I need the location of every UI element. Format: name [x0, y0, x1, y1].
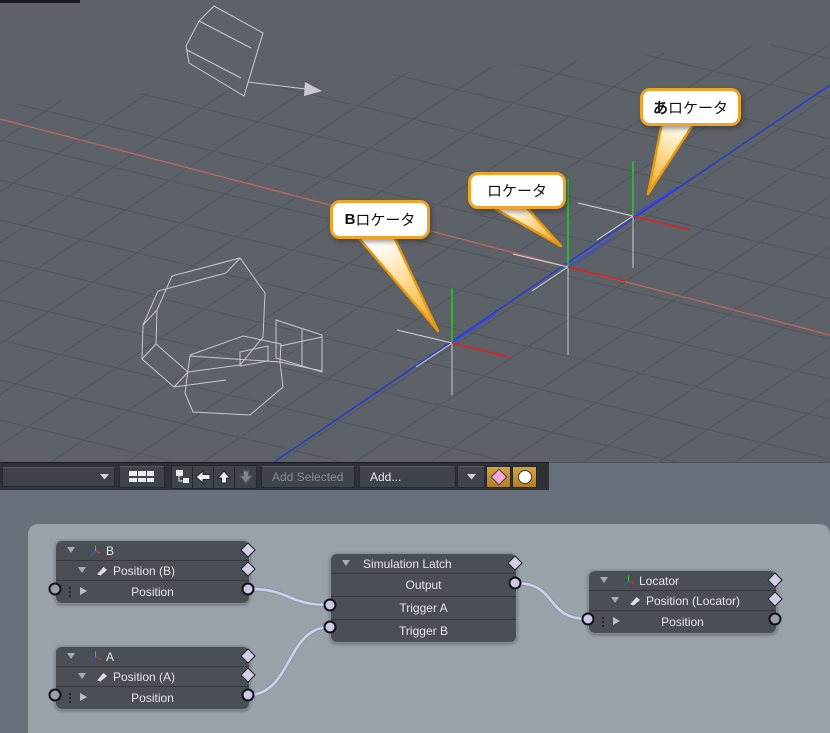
- node-title: B: [106, 544, 114, 558]
- collapse-arrow-icon[interactable]: [67, 653, 75, 659]
- row-label: Position: [56, 585, 249, 599]
- callout-tail: [358, 237, 438, 331]
- callout-text: ロケータ: [487, 180, 547, 201]
- row-label: Position (B): [113, 564, 175, 578]
- arrow-up-icon: [216, 470, 232, 484]
- preset-dropdown[interactable]: [2, 467, 115, 487]
- wire[interactable]: [248, 589, 330, 605]
- channel-row[interactable]: Position: [56, 686, 249, 709]
- collapse-arrow-icon[interactable]: [342, 560, 350, 566]
- add-selected-button[interactable]: Add Selected: [261, 466, 355, 488]
- port-locator-position-in[interactable]: [582, 613, 595, 626]
- node-b[interactable]: B Position (B) Position: [55, 540, 250, 604]
- show-channels-toggle[interactable]: [512, 466, 537, 488]
- locator-axis-icon: [89, 650, 102, 663]
- row-label: Trigger A: [331, 601, 516, 615]
- viewport-tab-remnant: [0, 0, 80, 3]
- wire[interactable]: [248, 627, 330, 695]
- port-simulation-latch-trigger-a-in[interactable]: [324, 599, 337, 612]
- chevron-down-icon: [467, 474, 476, 480]
- node-header[interactable]: A: [56, 647, 249, 666]
- channel-row[interactable]: Trigger B: [331, 619, 516, 642]
- port-a-position-in[interactable]: [49, 689, 62, 702]
- locator-axis-icon: [89, 544, 102, 557]
- navigation-button-group: [171, 465, 257, 489]
- callout-a-locator: あロケータ: [640, 88, 741, 126]
- port-simulation-latch-output-out[interactable]: [509, 577, 522, 590]
- node-header[interactable]: Simulation Latch: [331, 554, 516, 573]
- port-b-position-in[interactable]: [49, 583, 62, 596]
- channel-edit-icon: [96, 670, 108, 682]
- toolbar-main: Add Selected Add...: [0, 462, 549, 490]
- node-title: A: [106, 650, 114, 664]
- node-locator[interactable]: Locator Position (Locator) Position: [588, 570, 777, 634]
- arrow-down-icon: [238, 470, 254, 484]
- row-label: Trigger B: [331, 624, 516, 638]
- nav-up-button[interactable]: [214, 466, 235, 488]
- channel-edit-icon: [629, 594, 641, 606]
- node-a[interactable]: A Position (A) Position: [55, 646, 250, 710]
- show-items-toggle[interactable]: [486, 466, 511, 488]
- 3d-viewport[interactable]: Bロケータ ロケータ あロケータ: [0, 0, 830, 462]
- collapse-arrow-icon[interactable]: [67, 547, 75, 553]
- node-header[interactable]: B: [56, 541, 249, 560]
- collapse-arrow-icon[interactable]: [78, 567, 86, 573]
- channel-row[interactable]: Output: [331, 573, 516, 596]
- callout-b-locator: Bロケータ: [330, 200, 430, 239]
- add-button[interactable]: Add...: [359, 466, 456, 488]
- channel-edit-icon: [96, 564, 108, 576]
- nav-down-button[interactable]: [235, 466, 256, 488]
- wireframe-directional-light[interactable]: [186, 6, 322, 96]
- toolbar-filler: [549, 462, 830, 490]
- callout-tail: [492, 207, 561, 246]
- channel-row[interactable]: Position: [56, 580, 249, 603]
- channel-group-row[interactable]: Position (B): [56, 560, 249, 580]
- collapse-arrow-icon[interactable]: [600, 577, 608, 583]
- locator-axis-icon: [622, 574, 635, 587]
- arrow-left-icon: [195, 470, 211, 484]
- port-simulation-latch-trigger-b-in[interactable]: [324, 621, 337, 634]
- world-z-axis: [274, 85, 830, 462]
- callout-tail: [648, 123, 694, 194]
- nav-left-button[interactable]: [193, 466, 214, 488]
- callout-text: ロケータ: [355, 209, 415, 230]
- chevron-down-icon: [100, 474, 109, 480]
- hierarchy-icon: [174, 469, 190, 484]
- hierarchy-button[interactable]: [172, 466, 193, 488]
- node-header[interactable]: Locator: [589, 571, 776, 590]
- add-dropdown-button[interactable]: [457, 466, 485, 488]
- row-label: Position (Locator): [646, 594, 740, 608]
- row-label: Position: [56, 691, 249, 705]
- port-locator-position-out[interactable]: [769, 613, 782, 626]
- layout-button[interactable]: [119, 466, 165, 488]
- channel-row[interactable]: Trigger A: [331, 596, 516, 619]
- channel-row[interactable]: Position: [589, 610, 776, 633]
- port-a-position-out[interactable]: [242, 689, 255, 702]
- row-label: Output: [331, 578, 516, 592]
- collapse-arrow-icon[interactable]: [78, 673, 86, 679]
- callout-locator: ロケータ: [468, 172, 566, 209]
- circle-icon: [518, 470, 532, 484]
- node-title: Simulation Latch: [363, 557, 452, 571]
- wire[interactable]: [515, 583, 588, 619]
- callout-text: B: [345, 211, 356, 228]
- port-b-position-out[interactable]: [242, 583, 255, 596]
- schematic-canvas[interactable]: B Position (B) Position A Position (A) Positi…: [0, 490, 830, 733]
- channel-group-row[interactable]: Position (Locator): [589, 590, 776, 610]
- node-title: Locator: [639, 574, 679, 588]
- node-simulation-latch[interactable]: Simulation Latch Output Trigger A Trigger B: [330, 553, 517, 643]
- collapse-arrow-icon[interactable]: [611, 597, 619, 603]
- row-label: Position: [589, 615, 776, 629]
- diamond-icon: [490, 468, 507, 485]
- channel-group-row[interactable]: Position (A): [56, 666, 249, 686]
- callout-text: ロケータ: [668, 97, 728, 118]
- schematic-toolbar: Add Selected Add...: [0, 462, 830, 490]
- row-label: Position (A): [113, 670, 175, 684]
- layout-grid-icon: [129, 471, 155, 483]
